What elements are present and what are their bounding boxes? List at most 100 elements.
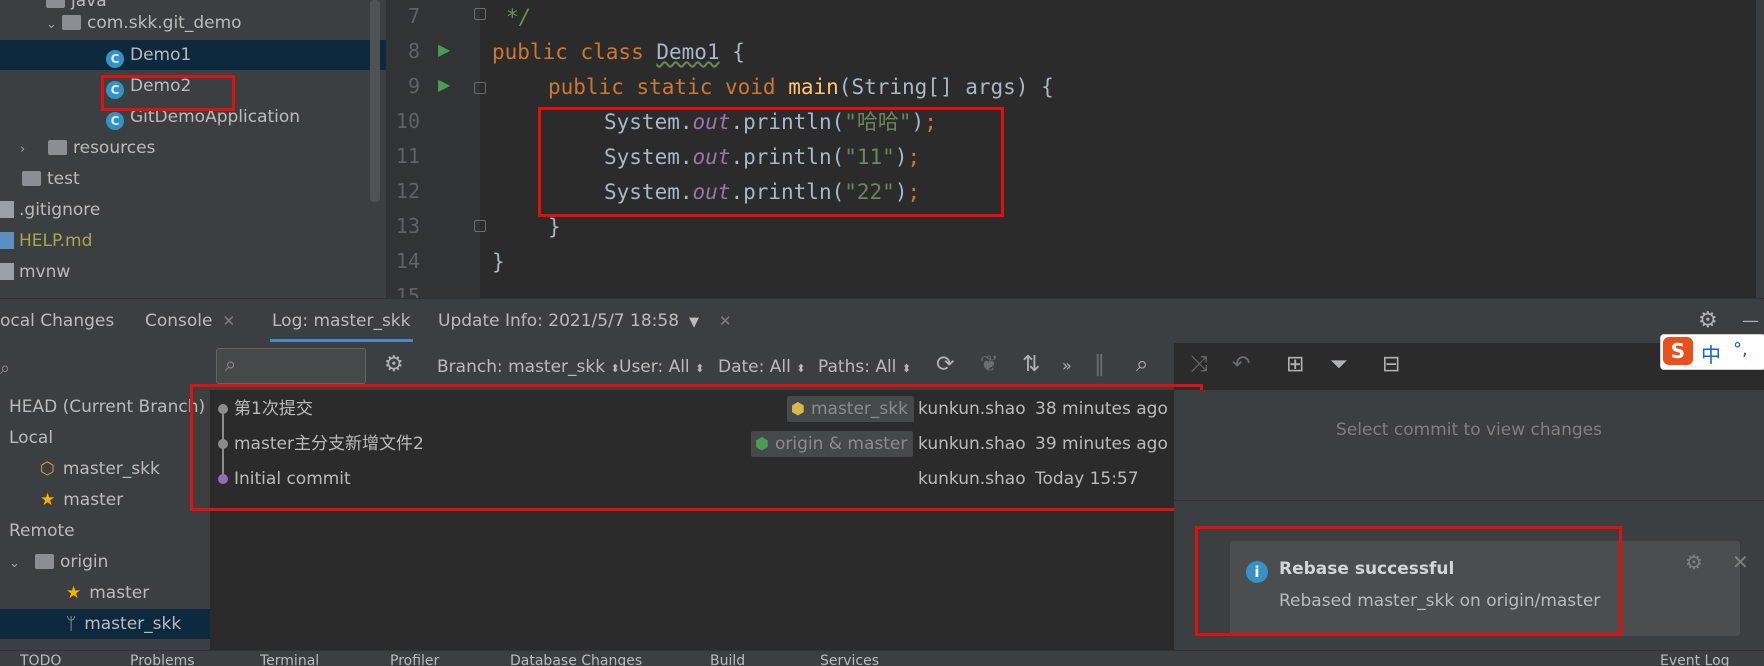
status-services[interactable]: Services bbox=[820, 653, 879, 666]
tree-item-mvnw[interactable]: mvnw bbox=[0, 257, 386, 287]
branch-local-master[interactable]: ★ master bbox=[40, 485, 123, 515]
branch-icon: ᛘ bbox=[66, 614, 77, 634]
cherry-pick-icon[interactable]: ❦ bbox=[980, 352, 998, 377]
branch-group-remote[interactable]: Remote bbox=[9, 516, 75, 546]
file-icon bbox=[0, 263, 14, 280]
chevron-down-icon[interactable]: ⌄ bbox=[9, 549, 25, 579]
paths-filter[interactable]: Paths: All ⬍ bbox=[818, 357, 911, 377]
status-event-log[interactable]: Event Log bbox=[1660, 653, 1730, 666]
branch-filter[interactable]: Branch: master_skk ⬍ bbox=[437, 357, 620, 377]
tab-console[interactable]: Console ✕ bbox=[145, 299, 235, 343]
highlight-box-notification bbox=[1195, 526, 1622, 636]
status-todo[interactable]: TODO bbox=[20, 653, 61, 666]
folder-icon bbox=[35, 554, 54, 569]
fold-icon[interactable] bbox=[474, 82, 486, 94]
log-search-input[interactable]: ⌕ bbox=[216, 348, 366, 384]
tree-item-test[interactable]: test bbox=[0, 164, 386, 194]
tree-item-help-md[interactable]: HELP.md bbox=[0, 226, 386, 256]
branch-group-local[interactable]: Local bbox=[9, 423, 53, 453]
tree-item-resources[interactable]: › resources bbox=[0, 133, 386, 163]
branch-local-master-skk[interactable]: ⬡ master_skk bbox=[40, 454, 160, 484]
status-problems[interactable]: Problems bbox=[130, 653, 195, 666]
user-filter[interactable]: User: All ⬍ bbox=[619, 357, 704, 377]
line-number: 12 bbox=[395, 179, 420, 203]
sort-icon[interactable]: ⇅ bbox=[1022, 352, 1040, 377]
sogou-logo-icon: S bbox=[1663, 337, 1693, 365]
tag-icon: ⬡ bbox=[40, 459, 55, 479]
tree-item-demo1[interactable]: C Demo1 bbox=[0, 40, 386, 70]
status-build[interactable]: Build bbox=[710, 653, 745, 666]
project-tree-panel: java ⌄ com.skk.git_demo C Demo1 C Demo2 C Gi… bbox=[0, 0, 386, 298]
filter-icon[interactable]: ⏷ bbox=[1330, 352, 1348, 377]
pause-icon[interactable]: ‖ bbox=[1094, 352, 1105, 377]
project-scrollbar[interactable] bbox=[370, 0, 380, 202]
code-line-7: */ bbox=[506, 5, 532, 29]
branch-head[interactable]: HEAD (Current Branch) bbox=[9, 392, 205, 422]
chevron-down-icon[interactable]: ⌄ bbox=[46, 10, 62, 40]
package-icon bbox=[62, 15, 81, 30]
group-by-icon[interactable]: ⊞ bbox=[1286, 352, 1304, 377]
punctuation-icon: °, bbox=[1733, 339, 1748, 360]
fold-icon[interactable] bbox=[474, 8, 486, 20]
run-gutter-icon[interactable]: ▶ bbox=[438, 40, 450, 59]
line-number: 13 bbox=[395, 214, 420, 238]
highlight-box-demo2 bbox=[101, 75, 235, 111]
code-line-9: public static void main(String[] args) { bbox=[548, 75, 1054, 99]
line-number: 11 bbox=[395, 144, 420, 168]
tab-local-changes[interactable]: ocal Changes bbox=[0, 299, 114, 343]
gear-icon[interactable]: ⚙ bbox=[384, 352, 404, 377]
markdown-file-icon bbox=[0, 232, 14, 249]
editor-scrollbar[interactable] bbox=[1756, 0, 1764, 298]
fold-icon[interactable] bbox=[474, 220, 486, 232]
tab-log[interactable]: Log: master_skk bbox=[270, 299, 413, 343]
changes-panel: Select commit to view changes bbox=[1174, 390, 1764, 500]
resources-folder-icon bbox=[48, 140, 67, 155]
sort-arrows-icon: ⬍ bbox=[901, 362, 912, 375]
tree-item-gitignore[interactable]: .gitignore bbox=[0, 195, 386, 225]
line-number: 10 bbox=[395, 109, 420, 133]
tree-item-package[interactable]: ⌄ com.skk.git_demo bbox=[0, 8, 386, 38]
close-icon[interactable]: ✕ bbox=[1732, 550, 1749, 574]
chevron-right-icon[interactable]: › bbox=[20, 135, 36, 165]
status-profiler[interactable]: Profiler bbox=[390, 653, 439, 666]
tab-update-info[interactable]: Update Info: 2021/5/7 18:58 ▼ ✕ bbox=[438, 299, 732, 343]
run-gutter-icon[interactable]: ▶ bbox=[438, 75, 450, 94]
highlight-box-code bbox=[538, 107, 1004, 217]
dropdown-arrow-icon[interactable]: ▼ bbox=[689, 315, 699, 330]
star-icon: ★ bbox=[66, 583, 82, 603]
tool-window-tabs: ocal Changes Console ✕ Log: master_skk Up… bbox=[0, 298, 1764, 343]
layout-icon[interactable]: ⊟ bbox=[1382, 352, 1400, 377]
search-icon[interactable]: ⌕ bbox=[1136, 352, 1148, 377]
revert-icon[interactable]: ↶ bbox=[1232, 352, 1250, 377]
empty-changes-text: Select commit to view changes bbox=[1336, 420, 1602, 440]
highlight-box-commits bbox=[190, 384, 1203, 511]
code-line-14: } bbox=[492, 250, 505, 274]
star-icon: ★ bbox=[40, 490, 56, 510]
search-icon[interactable]: ⌕ bbox=[0, 354, 10, 384]
status-terminal[interactable]: Terminal bbox=[260, 653, 319, 666]
more-icon[interactable]: » bbox=[1062, 356, 1072, 375]
class-icon: C bbox=[106, 50, 124, 68]
refresh-icon[interactable]: ⟳ bbox=[936, 352, 954, 377]
branch-remote-master[interactable]: ★ master bbox=[66, 578, 149, 608]
ime-toolbar[interactable]: S 中 °, bbox=[1660, 334, 1764, 370]
status-database-changes[interactable]: Database Changes bbox=[510, 653, 642, 666]
gear-icon[interactable]: ⚙ bbox=[1685, 550, 1703, 574]
ime-mode-label: 中 bbox=[1701, 343, 1721, 367]
close-icon[interactable]: ✕ bbox=[223, 312, 236, 330]
branch-origin[interactable]: ⌄ origin bbox=[9, 547, 108, 577]
line-number: 14 bbox=[395, 249, 420, 273]
spring-class-icon: C bbox=[106, 112, 124, 130]
folder-icon bbox=[22, 171, 41, 186]
branches-panel: ⌕ HEAD (Current Branch) Local ⬡ master_sk… bbox=[0, 342, 211, 650]
close-icon[interactable]: ✕ bbox=[719, 312, 732, 330]
branch-remote-master-skk[interactable]: ᛘ master_skk bbox=[0, 609, 210, 639]
search-icon: ⌕ bbox=[225, 352, 237, 376]
gitignore-file-icon bbox=[0, 201, 14, 218]
line-number: 7 bbox=[407, 4, 420, 28]
sort-arrows-icon: ⬍ bbox=[695, 362, 705, 375]
line-number: 9 bbox=[407, 74, 420, 98]
code-line-8: public class Demo1 { bbox=[492, 40, 745, 64]
diff-icon[interactable]: ⤨ bbox=[1190, 352, 1208, 377]
date-filter[interactable]: Date: All ⬍ bbox=[718, 357, 805, 377]
